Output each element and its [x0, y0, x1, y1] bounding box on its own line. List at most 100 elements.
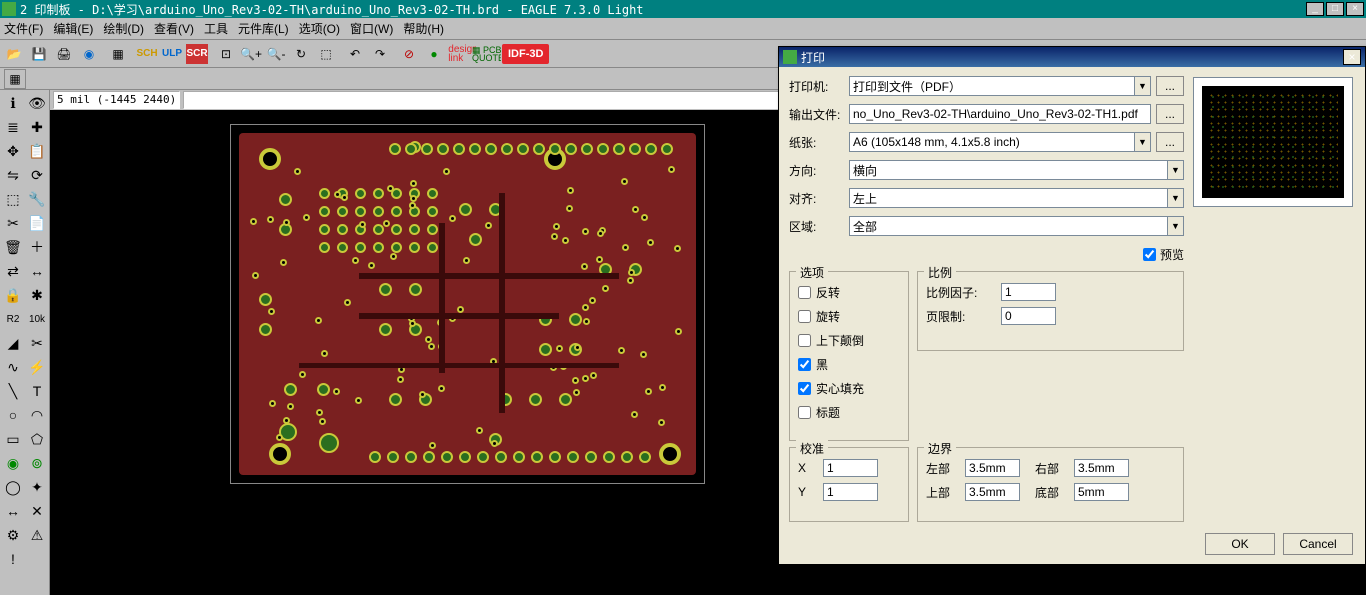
paste-icon[interactable]: 📄 [26, 212, 48, 234]
zoom-in-icon[interactable]: 🔍+ [239, 43, 263, 65]
copy-icon[interactable]: 📋 [26, 140, 48, 162]
cancel-button[interactable]: Cancel [1283, 533, 1353, 555]
polygon-icon[interactable]: ⬠ [26, 428, 48, 450]
dialog-title-bar[interactable]: 打印 × [779, 47, 1365, 67]
text-icon[interactable]: T [26, 380, 48, 402]
outfile-browse-button[interactable]: ... [1156, 104, 1184, 124]
maximize-button[interactable]: □ [1326, 2, 1344, 16]
scale-factor-input[interactable] [1001, 283, 1056, 301]
lock-icon[interactable]: 🔒 [2, 284, 24, 306]
layers-icon[interactable]: ≣ [2, 116, 24, 138]
mark-icon[interactable]: ✚ [26, 116, 48, 138]
hole-icon[interactable]: ◯ [2, 476, 24, 498]
orient-select[interactable]: 横向 ▼ [849, 160, 1184, 180]
mirror-checkbox[interactable] [798, 286, 811, 299]
area-select[interactable]: 全部 ▼ [849, 216, 1184, 236]
change-icon[interactable]: 🔧 [26, 188, 48, 210]
menu-draw[interactable]: 绘制(D) [99, 18, 148, 39]
dialog-close-button[interactable]: × [1343, 49, 1361, 65]
pcb-quote-icon[interactable]: ▦ PCBQUOTE [476, 43, 500, 65]
open-icon[interactable]: 📂 [2, 43, 26, 65]
cut-icon[interactable]: ✂ [2, 212, 24, 234]
caption-checkbox[interactable] [798, 406, 811, 419]
menu-edit[interactable]: 编辑(E) [49, 18, 97, 39]
rotate-icon[interactable]: ⟳ [26, 164, 48, 186]
signal-icon[interactable]: ⊚ [26, 452, 48, 474]
paper-select[interactable]: A6 (105x148 mm, 4.1x5.8 inch) ▼ [849, 132, 1151, 152]
menu-file[interactable]: 文件(F) [0, 18, 47, 39]
pinswap-icon[interactable]: ⇄ [2, 260, 24, 282]
rotate-checkbox[interactable] [798, 310, 811, 323]
menu-tools[interactable]: 工具 [200, 18, 232, 39]
scr-icon[interactable]: SCR [185, 43, 209, 65]
undo-icon[interactable]: ↶ [343, 43, 367, 65]
print-icon[interactable]: 🖨 [52, 43, 76, 65]
wire-icon[interactable]: ╲ [2, 380, 24, 402]
zoom-out-icon[interactable]: 🔍- [264, 43, 288, 65]
align-select[interactable]: 左上 ▼ [849, 188, 1184, 208]
name-icon[interactable]: R2 [2, 308, 24, 330]
value-icon[interactable]: 10k [26, 308, 48, 330]
miter-icon[interactable]: ◢ [2, 332, 24, 354]
redo-icon[interactable]: ↷ [368, 43, 392, 65]
ok-button[interactable]: OK [1205, 533, 1275, 555]
close-button[interactable]: × [1346, 2, 1364, 16]
cal-y-input[interactable] [823, 483, 878, 501]
redraw-icon[interactable]: ↻ [289, 43, 313, 65]
border-right-input[interactable] [1074, 459, 1129, 477]
ripup-icon[interactable]: ⚡ [26, 356, 48, 378]
ratsnest-icon[interactable]: ✕ [26, 500, 48, 522]
paper-settings-button[interactable]: ... [1156, 132, 1184, 152]
menu-library[interactable]: 元件库(L) [234, 18, 293, 39]
pcb-board-view[interactable]: /* generated below */ [230, 124, 705, 484]
chevron-down-icon[interactable]: ▼ [1167, 217, 1183, 235]
circle-icon[interactable]: ○ [2, 404, 24, 426]
cal-x-input[interactable] [823, 459, 878, 477]
page-limit-input[interactable] [1001, 307, 1056, 325]
chevron-down-icon[interactable]: ▼ [1134, 133, 1150, 151]
zoom-select-icon[interactable]: ⬚ [314, 43, 338, 65]
output-file-input[interactable] [849, 104, 1151, 124]
go-icon[interactable]: ● [422, 43, 446, 65]
rect-icon[interactable]: ▭ [2, 428, 24, 450]
split-icon[interactable]: ✂ [26, 332, 48, 354]
usr-icon[interactable]: ULP [160, 43, 184, 65]
via-icon[interactable]: ◉ [2, 452, 24, 474]
attribute-icon[interactable]: ✦ [26, 476, 48, 498]
border-left-input[interactable] [965, 459, 1020, 477]
cam-icon[interactable]: ◉ [77, 43, 101, 65]
delete-icon[interactable]: 🗑 [2, 236, 24, 258]
upside-checkbox[interactable] [798, 334, 811, 347]
grid-icon[interactable]: ▦ [4, 69, 26, 89]
group-icon[interactable]: ⬚ [2, 188, 24, 210]
eye-icon[interactable]: 👁 [26, 92, 48, 114]
move-icon[interactable]: ✥ [2, 140, 24, 162]
chevron-down-icon[interactable]: ▼ [1167, 161, 1183, 179]
printer-select[interactable]: 打印到文件（PDF） ▼ [849, 76, 1151, 96]
zoom-fit-icon[interactable]: ⊡ [214, 43, 238, 65]
idf-3d-button[interactable]: IDF-3D [501, 43, 550, 65]
black-checkbox[interactable] [798, 358, 811, 371]
sch-icon[interactable]: SCH [135, 43, 159, 65]
menu-help[interactable]: 帮助(H) [399, 18, 448, 39]
border-top-input[interactable] [965, 483, 1020, 501]
auto-icon[interactable]: ⚙ [2, 524, 24, 546]
smash-icon[interactable]: ✱ [26, 284, 48, 306]
add-icon[interactable]: ＋ [26, 236, 48, 258]
menu-options[interactable]: 选项(O) [295, 18, 344, 39]
menu-window[interactable]: 窗口(W) [346, 18, 397, 39]
board-icon[interactable]: ▦ [106, 43, 130, 65]
solid-checkbox[interactable] [798, 382, 811, 395]
cancel-icon[interactable]: ⊘ [397, 43, 421, 65]
preview-checkbox[interactable] [1143, 248, 1156, 261]
chevron-down-icon[interactable]: ▼ [1134, 77, 1150, 95]
menu-view[interactable]: 查看(V) [150, 18, 198, 39]
border-bottom-input[interactable] [1074, 483, 1129, 501]
save-icon[interactable]: 💾 [27, 43, 51, 65]
replace-icon[interactable]: ↔ [26, 260, 48, 282]
info-icon[interactable]: ℹ [2, 92, 24, 114]
erc-icon[interactable]: ⚠ [26, 524, 48, 546]
chevron-down-icon[interactable]: ▼ [1167, 189, 1183, 207]
printer-browse-button[interactable]: ... [1156, 76, 1184, 96]
arc-icon[interactable]: ◠ [26, 404, 48, 426]
